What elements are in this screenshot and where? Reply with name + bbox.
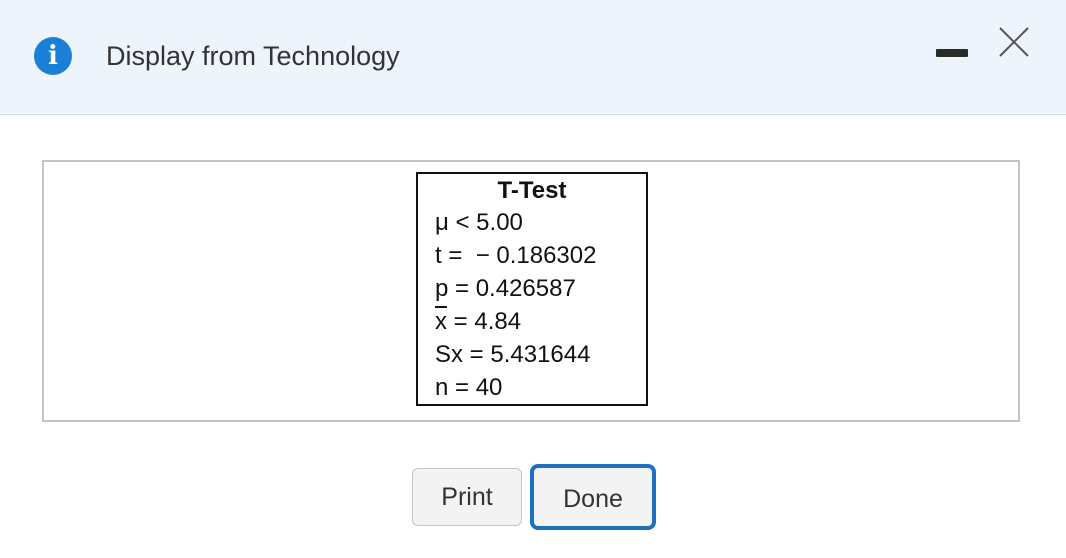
close-icon bbox=[999, 27, 1029, 57]
print-button[interactable]: Print bbox=[412, 468, 522, 526]
t-test-result-box: T-Test μ < 5.00 t = − 0.186302 p = 0.426… bbox=[416, 172, 648, 406]
done-button[interactable]: Done bbox=[530, 464, 656, 530]
result-line-sample-sd: Sx = 5.431644 bbox=[435, 341, 591, 368]
minimize-button[interactable] bbox=[934, 36, 970, 66]
xbar-value: = 4.84 bbox=[447, 308, 522, 335]
minimize-icon bbox=[936, 49, 968, 57]
display-dialog: i Display from Technology T-Test μ < 5.0… bbox=[0, 0, 1066, 558]
dialog-header: i Display from Technology bbox=[0, 0, 1066, 115]
result-title: T-Test bbox=[497, 177, 567, 204]
result-line-hypothesis: μ < 5.00 bbox=[435, 209, 523, 236]
xbar-symbol: x bbox=[435, 308, 447, 335]
result-line-t-statistic: t = − 0.186302 bbox=[435, 242, 597, 269]
result-line-sample-size: n = 40 bbox=[435, 374, 503, 401]
result-line-p-value: p = 0.426587 bbox=[435, 275, 576, 302]
info-icon: i bbox=[34, 37, 72, 75]
result-line-sample-mean: x = 4.84 bbox=[435, 305, 646, 338]
result-lines: μ < 5.00 t = − 0.186302 p = 0.426587 x =… bbox=[418, 206, 646, 404]
close-button[interactable] bbox=[994, 22, 1034, 62]
dialog-title: Display from Technology bbox=[106, 41, 400, 71]
